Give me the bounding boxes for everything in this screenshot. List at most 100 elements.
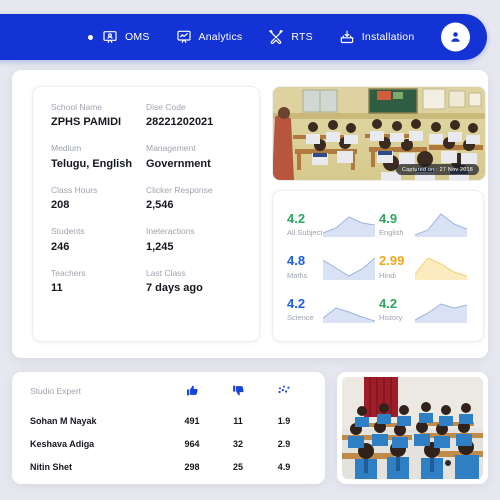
expert-name: Nitin Shet	[30, 461, 72, 472]
info-field: Dise Code 28221202021	[146, 102, 241, 129]
classroom-photo-2	[342, 377, 483, 479]
sparkline-chart	[415, 257, 467, 280]
studio-expert-table: Studio Expert Sohan M Nayak 491 11 1.9 K…	[30, 384, 307, 478]
info-field-value: 7 days ago	[146, 282, 203, 295]
subject-item-history: 4.2 History	[379, 288, 471, 331]
info-field: Students 246	[51, 226, 146, 253]
info-field: School Name ZPHS PAMIDI	[51, 102, 146, 129]
overview-panel: School Name ZPHS PAMIDI Dise Code 282212…	[12, 70, 488, 358]
subject-score: 4.2	[287, 210, 306, 226]
expert-dislikes: 11	[233, 415, 243, 426]
info-field-label: Dise Code	[146, 102, 186, 112]
info-field: Class Hours 208	[51, 184, 146, 212]
sparkline-chart	[415, 303, 467, 323]
info-field: Clicker Response 2,546	[146, 184, 241, 212]
thumbs-down-icon	[232, 385, 244, 396]
subject-score: 4.2	[287, 295, 306, 311]
subject-text: 4.9 English	[379, 210, 404, 238]
subject-name: English	[379, 228, 404, 238]
sparkline-chart	[415, 213, 467, 238]
expert-name: Sohan M Nayak	[30, 415, 97, 426]
table-header-row: Studio Expert	[30, 384, 307, 409]
studio-expert-title: Studio Expert	[30, 386, 82, 396]
subject-item-hindi: 2.99 Hindi	[379, 246, 471, 289]
nav-item-oms[interactable]: OMS	[88, 29, 150, 45]
info-field-value: Telugu, English	[51, 157, 133, 170]
nav-item-label: OMS	[125, 31, 150, 43]
info-field-value: 2,546	[146, 199, 174, 212]
subject-item-science: 4.2 Science	[287, 288, 379, 331]
subject-name: Science	[287, 313, 314, 323]
info-field: Ineteractions 1,245	[146, 226, 241, 252]
top-navigation-bar: OMS Analytics RTS Installation	[0, 14, 487, 60]
avatar[interactable]	[441, 22, 470, 52]
info-field: Teachers 11	[51, 267, 146, 295]
sparkline-chart	[323, 307, 375, 323]
photo-caption: Captured on : 27 Nov 2018	[396, 164, 479, 175]
table-row: Keshava Adiga 964 32 2.9	[30, 432, 307, 455]
subject-name: All Subject	[287, 228, 323, 238]
info-field-label: Students	[51, 226, 85, 237]
active-indicator-dot	[88, 34, 93, 40]
chart-board-icon	[176, 30, 191, 43]
info-field-label: Class Hours	[51, 184, 98, 195]
info-field-label: Clicker Response	[146, 184, 213, 195]
info-field-label: Ineteractions	[146, 226, 195, 237]
column-likes[interactable]	[169, 384, 215, 409]
nav-item-rts[interactable]: RTS	[268, 29, 313, 45]
nav-item-label: Analytics	[198, 31, 243, 43]
subject-name: History	[379, 313, 403, 323]
info-field-label: Management	[146, 143, 196, 154]
info-field-value: ZPHS PAMIDI	[51, 116, 122, 129]
presenter-user-icon	[103, 31, 117, 43]
subject-score: 4.9	[379, 210, 398, 226]
expert-likes: 964	[184, 438, 200, 449]
info-field-label: Medium	[51, 143, 82, 154]
subject-text: 4.2 History	[379, 297, 402, 323]
user-avatar-icon	[451, 32, 460, 42]
nav-item-list: OMS Analytics RTS Installation	[88, 29, 414, 45]
school-info-grid: School Name ZPHS PAMIDI Dise Code 282212…	[51, 102, 241, 295]
subject-score: 2.99	[379, 253, 405, 269]
expert-dislikes: 25	[232, 461, 243, 472]
school-info-card: School Name ZPHS PAMIDI Dise Code 282212…	[32, 86, 260, 342]
info-field-label: School Name	[51, 102, 103, 112]
expert-name: Keshava Adiga	[30, 438, 95, 449]
info-field-value: 246	[51, 240, 70, 253]
info-field-value: 208	[51, 199, 70, 212]
thumbs-up-icon	[186, 385, 198, 396]
subject-score: 4.2	[379, 295, 398, 311]
subject-name: Hindi	[379, 270, 397, 280]
classroom-photo-2-image	[342, 377, 483, 479]
subject-scores-card: 4.2 All Subject 4.9 English 4.8 Maths 2.…	[272, 190, 484, 342]
subject-score: 4.8	[287, 253, 306, 269]
expert-likes: 298	[184, 461, 200, 472]
nav-item-analytics[interactable]: Analytics	[176, 29, 243, 45]
subject-text: 4.2 Science	[287, 297, 314, 323]
nav-item-label: Installation	[361, 31, 415, 43]
info-field-label: Last Class	[146, 267, 186, 278]
nav-bar: OMS Analytics RTS Installation	[0, 14, 487, 60]
table-row: Nitin Shet 298 25 4.9	[30, 455, 307, 478]
sparkline-chart	[323, 257, 375, 280]
info-field: Last Class 7 days ago	[146, 267, 241, 295]
tools-icon	[269, 30, 284, 44]
subject-text: 2.99 Hindi	[379, 254, 404, 280]
column-rating[interactable]	[261, 384, 307, 409]
info-field-value: 28221202021	[146, 116, 214, 129]
info-field-value: 11	[51, 282, 63, 295]
expert-rating: 2.9	[277, 438, 291, 449]
subject-text: 4.2 All Subject	[287, 210, 323, 238]
expert-rating: 4.9	[277, 461, 291, 472]
info-field-label: Teachers	[51, 267, 86, 278]
info-field: Management Government	[146, 143, 241, 170]
table-row: Sohan M Nayak 491 11 1.9	[30, 409, 307, 432]
subject-item-english: 4.9 English	[379, 203, 471, 246]
expert-rating: 1.9	[277, 415, 291, 426]
sparkline-chart	[323, 216, 375, 238]
expert-likes: 491	[184, 415, 200, 426]
page-root: OMS Analytics RTS Installation School Na…	[0, 0, 500, 500]
column-dislikes[interactable]	[215, 384, 261, 409]
studio-expert-panel: Studio Expert Sohan M Nayak 491 11 1.9 K…	[12, 372, 325, 484]
nav-item-installation[interactable]: Installation	[339, 29, 415, 45]
